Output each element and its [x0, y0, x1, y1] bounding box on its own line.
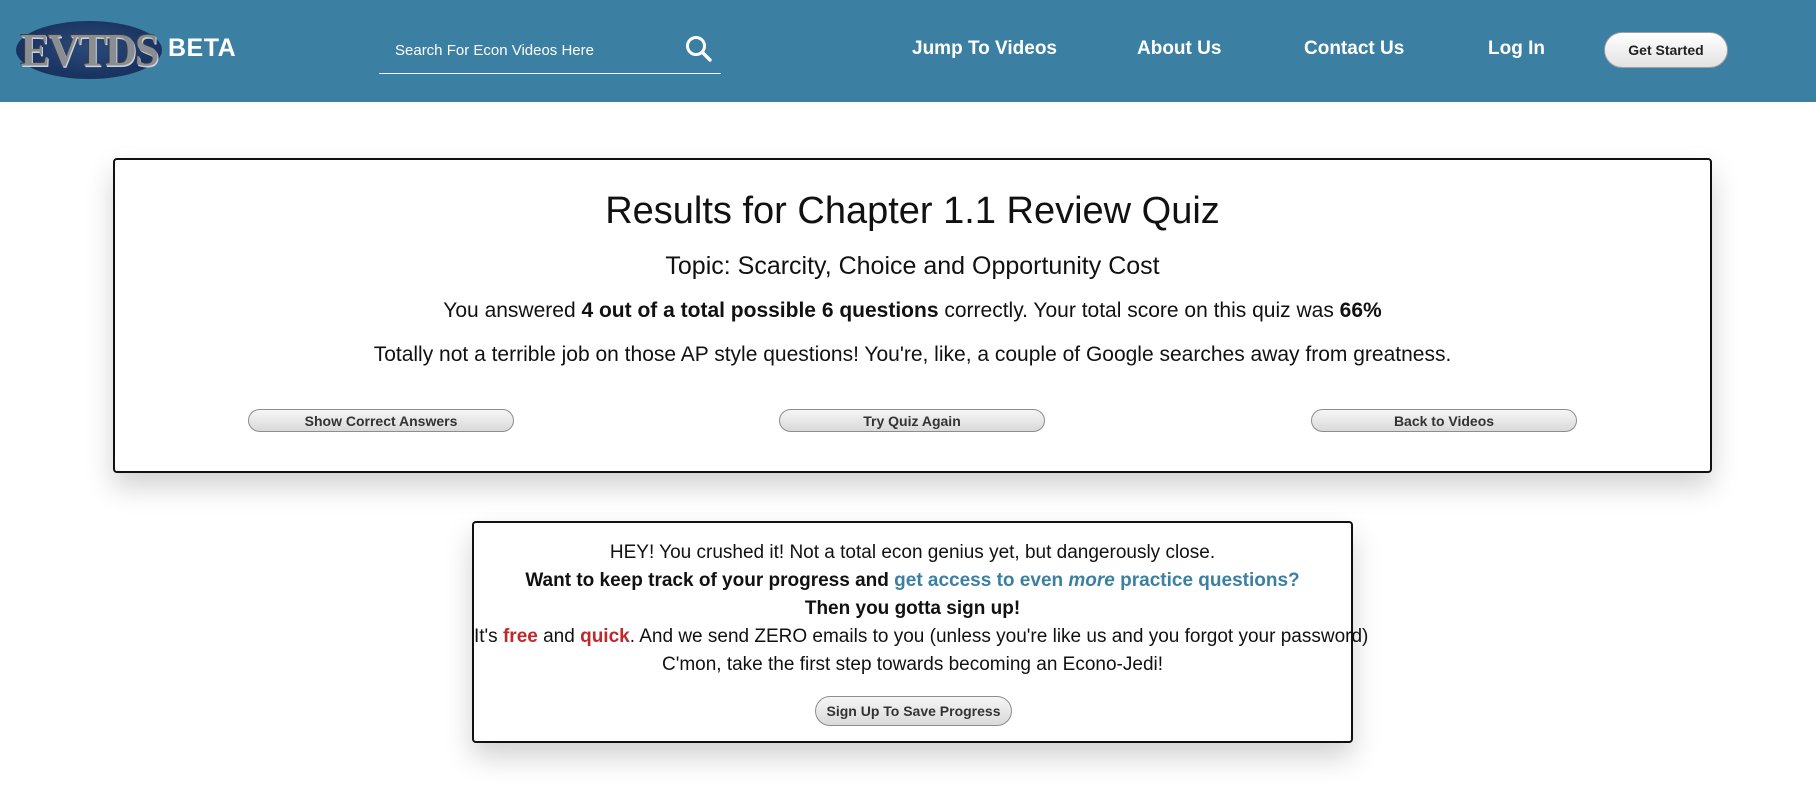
nav-log-in[interactable]: Log In: [1488, 38, 1545, 60]
get-started-button[interactable]: Get Started: [1604, 32, 1728, 68]
search-input[interactable]: [395, 40, 665, 60]
signup-line-4: It's free and quick. And we send ZERO em…: [474, 626, 1368, 648]
try-quiz-again-button[interactable]: Try Quiz Again: [779, 409, 1045, 432]
search-box: [379, 26, 721, 74]
score-count: 4 out of a total possible 6 questions: [581, 299, 939, 322]
show-correct-answers-button[interactable]: Show Correct Answers: [248, 409, 514, 432]
signup-line-1: HEY! You crushed it! Not a total econ ge…: [609, 542, 1216, 563]
signup-line-4-a: It's: [474, 626, 503, 647]
signup-prompt-card: HEY! You crushed it! Not a total econ ge…: [472, 521, 1368, 743]
logo-text: EVTDS: [20, 24, 160, 76]
practice-questions-link[interactable]: get access to even more practice questio…: [894, 570, 1300, 591]
top-nav-bar: EVTDS BETA Jump To Videos About Us Conta…: [0, 0, 1816, 102]
quick-label: quick: [580, 626, 630, 647]
free-label: free: [502, 626, 538, 647]
beta-label: BETA: [168, 34, 237, 62]
score-summary: You answered 4 out of a total possible 6…: [115, 299, 1710, 323]
score-comment: Totally not a terrible job on those AP s…: [373, 343, 1452, 366]
quiz-results-card: Results for Chapter 1.1 Review Quiz Topi…: [113, 158, 1712, 473]
signup-line-5: C'mon, take the first step towards becom…: [661, 654, 1164, 675]
nav-contact-us[interactable]: Contact Us: [1304, 38, 1404, 60]
practice-link-part-b: practice questions?: [1114, 570, 1300, 591]
signup-line-3: Then you gotta sign up!: [804, 598, 1021, 619]
evtds-logo[interactable]: EVTDS: [16, 21, 162, 79]
search-icon[interactable]: [684, 34, 714, 64]
signup-line-4-c: . And we send ZERO emails to you (unless…: [629, 626, 1369, 647]
nav-jump-to-videos[interactable]: Jump To Videos: [912, 38, 1057, 60]
results-title: Results for Chapter 1.1 Review Quiz: [605, 190, 1220, 232]
sign-up-to-save-progress-button[interactable]: Sign Up To Save Progress: [815, 696, 1012, 726]
signup-line-2-text: Want to keep track of your progress and: [525, 570, 895, 591]
back-to-videos-button[interactable]: Back to Videos: [1311, 409, 1577, 432]
signup-line-2: Want to keep track of your progress and …: [474, 570, 1351, 592]
score-mid: correctly. Your total score on this quiz…: [938, 299, 1340, 322]
signup-line-4-b: and: [537, 626, 581, 647]
practice-link-part-a: get access to even: [894, 570, 1069, 591]
score-prefix: You answered: [443, 299, 582, 322]
score-percent: 66%: [1339, 299, 1382, 322]
quiz-topic: Topic: Scarcity, Choice and Opportunity …: [665, 252, 1160, 280]
nav-about-us[interactable]: About Us: [1137, 38, 1221, 60]
practice-link-emphasis: more: [1068, 570, 1115, 591]
